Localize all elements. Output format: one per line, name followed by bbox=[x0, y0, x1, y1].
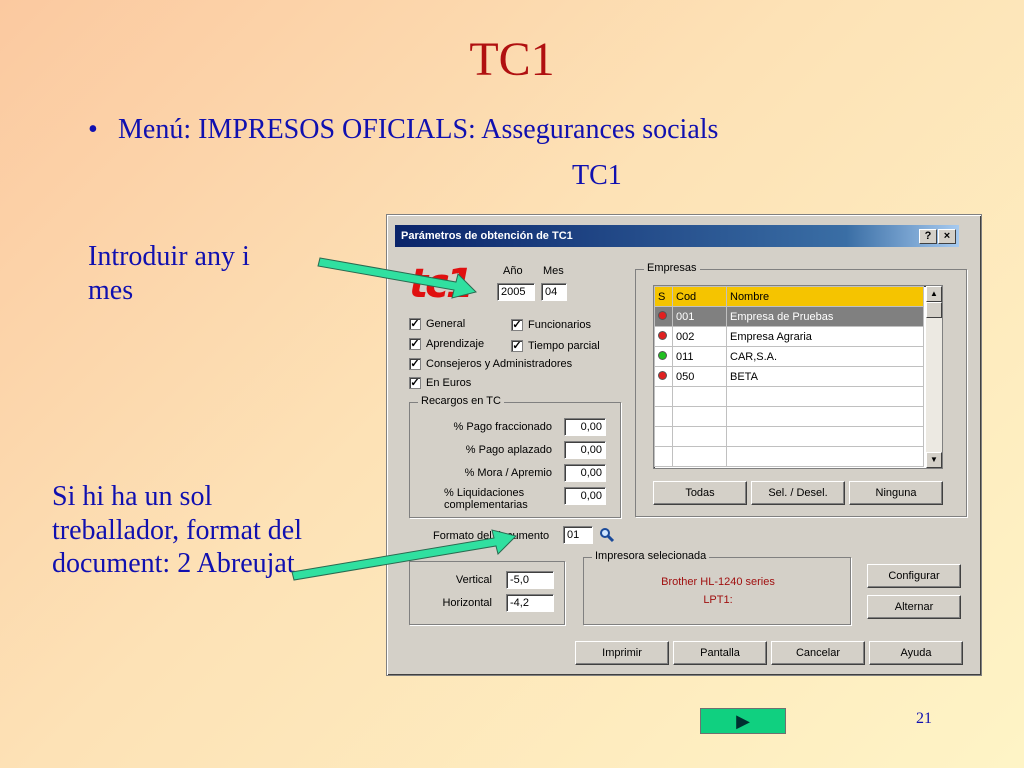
arrow-to-format-icon bbox=[291, 529, 517, 581]
next-slide-button[interactable]: ▶ bbox=[700, 708, 786, 734]
callout-arrows bbox=[291, 257, 517, 581]
arrow-to-year-icon bbox=[317, 257, 477, 299]
page-number: 21 bbox=[916, 710, 932, 727]
next-arrow-icon: ▶ bbox=[736, 711, 750, 731]
